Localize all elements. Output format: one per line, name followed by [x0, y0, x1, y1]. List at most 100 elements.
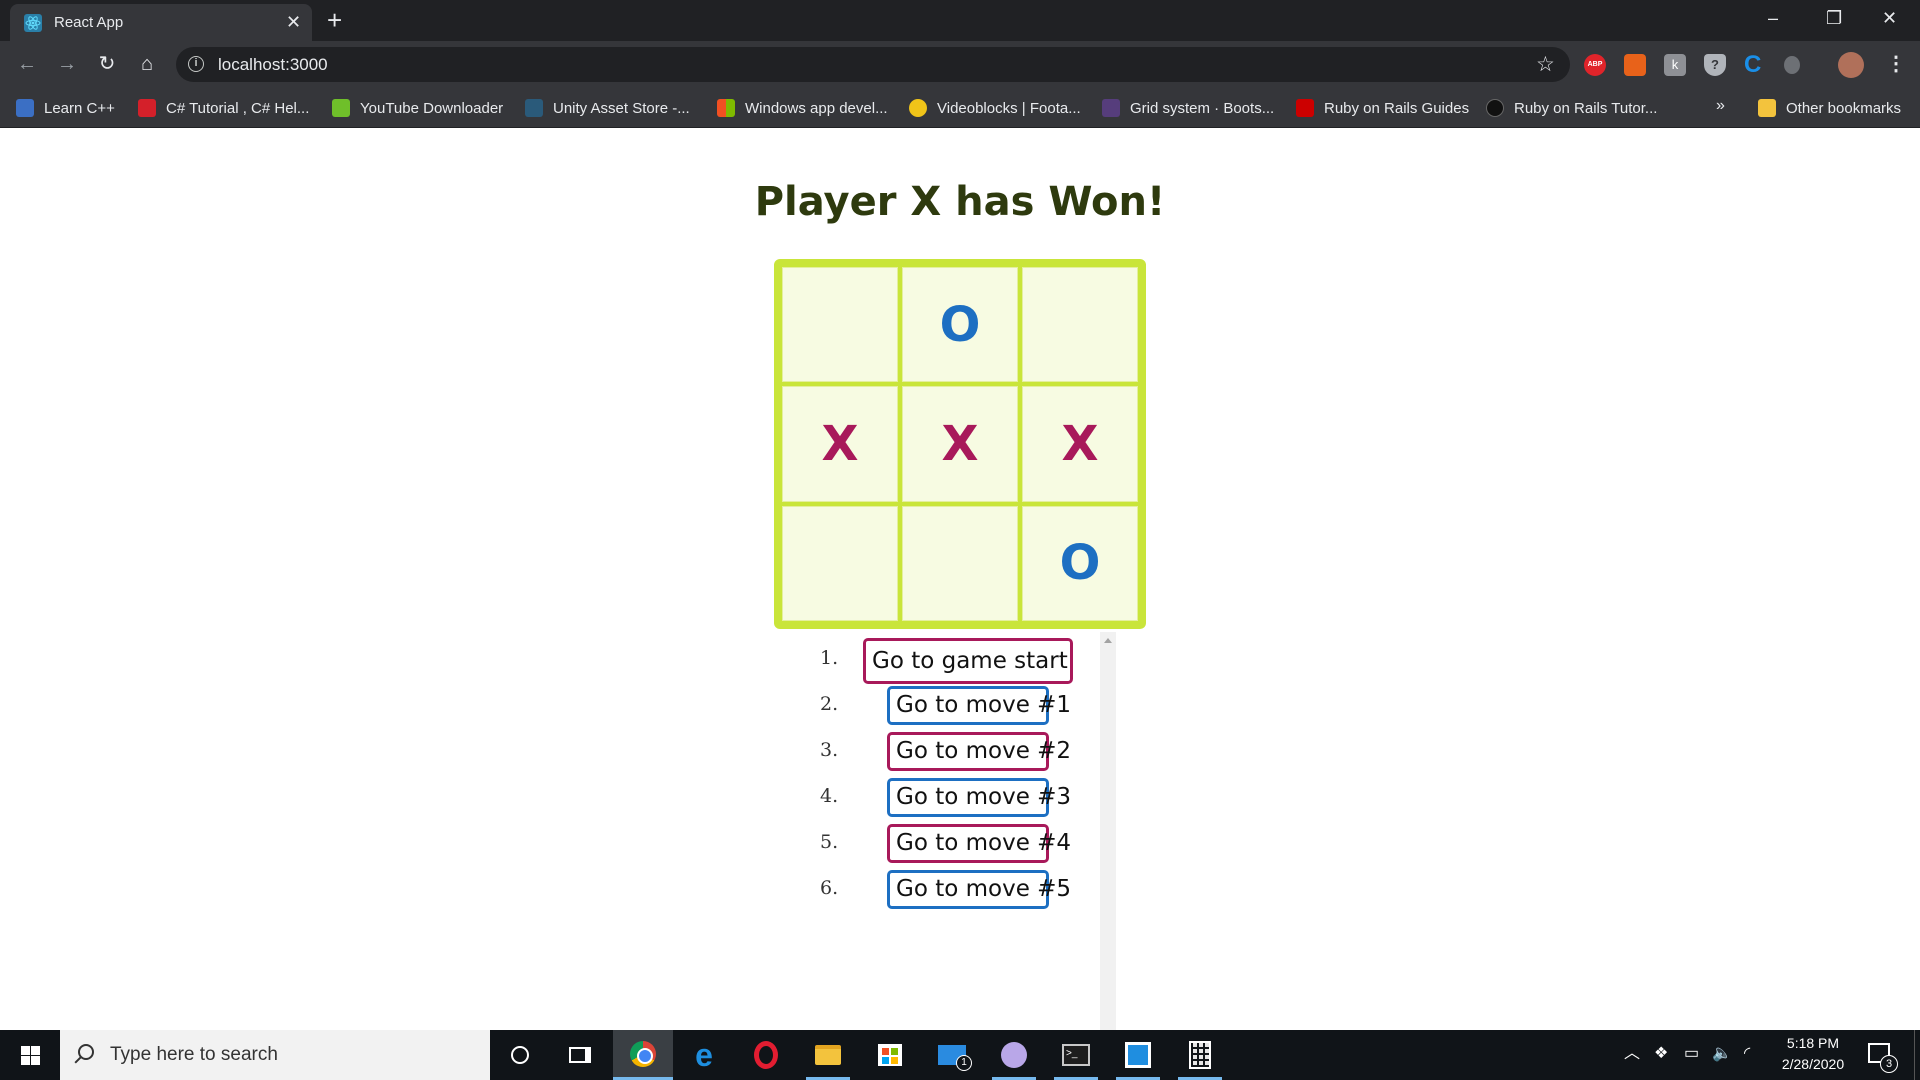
browser-tab-react-app[interactable]: React App ✕: [10, 4, 312, 41]
taskbar-edge[interactable]: e: [674, 1030, 734, 1080]
taskbar-terminal[interactable]: >_: [1046, 1030, 1106, 1080]
move-number: 3.: [820, 739, 839, 761]
chrome-icon: [630, 1040, 656, 1067]
move-list-item: 3. Go to move #2: [790, 724, 1116, 771]
go-to-move-3-button[interactable]: Go to move #3: [887, 778, 1071, 817]
shield-extension-icon[interactable]: ?: [1704, 54, 1726, 76]
window-close-icon[interactable]: ✕: [1882, 6, 1897, 30]
taskbar-app[interactable]: [1108, 1030, 1168, 1080]
bookmark-unity-asset-store[interactable]: Unity Asset Store -...: [525, 97, 690, 119]
clock-time[interactable]: 5:18 PM: [1778, 1035, 1848, 1051]
restore-icon[interactable]: ❐: [1826, 6, 1842, 30]
go-to-move-4-button[interactable]: Go to move #4: [887, 824, 1071, 863]
go-to-move-5-button[interactable]: Go to move #5: [887, 870, 1071, 909]
move-number: 1.: [820, 647, 839, 669]
tab-title: React App: [54, 14, 124, 31]
clock-date[interactable]: 2/28/2020: [1772, 1056, 1854, 1072]
move-list: 1. Go to game start 2. Go to move #1 3. …: [790, 632, 1116, 909]
opera-icon: [754, 1041, 778, 1069]
board-square[interactable]: X: [902, 386, 1018, 502]
bookmark-videoblocks[interactable]: Videoblocks | Foota...: [909, 97, 1081, 119]
windows-start-icon[interactable]: [0, 1030, 60, 1080]
n-logo-icon: [138, 99, 156, 117]
adblock-plus-icon[interactable]: ABP: [1584, 54, 1606, 76]
back-arrow-icon[interactable]: ←: [14, 51, 40, 77]
bookmark-label: C# Tutorial , C# Hel...: [166, 99, 310, 117]
scroll-up-arrow-icon[interactable]: [1104, 638, 1112, 643]
bookmarks-overflow-icon[interactable]: »: [1716, 97, 1725, 115]
game-board: O X X X O: [774, 259, 1146, 629]
board-square[interactable]: [902, 505, 1018, 621]
bookmark-bootstrap-grid[interactable]: Grid system · Boots...: [1102, 97, 1274, 119]
board-square[interactable]: O: [1022, 505, 1138, 621]
c-extension-icon[interactable]: C: [1744, 53, 1766, 77]
tab-close-icon[interactable]: ✕: [286, 12, 301, 32]
taskbar-store[interactable]: [860, 1030, 920, 1080]
bookmark-other-bookmarks[interactable]: Other bookmarks: [1758, 97, 1901, 119]
bookmark-label: Ruby on Rails Tutor...: [1514, 99, 1658, 117]
board-square[interactable]: X: [782, 386, 898, 502]
bookmark-label: Grid system · Boots...: [1130, 99, 1275, 117]
bookmark-youtube-downloader[interactable]: YouTube Downloader: [332, 97, 503, 119]
gray-extension-icon[interactable]: [1784, 56, 1800, 74]
board-square[interactable]: X: [1022, 386, 1138, 502]
k-extension-icon[interactable]: k: [1664, 54, 1686, 76]
dropbox-icon[interactable]: ❖: [1654, 1043, 1668, 1065]
profile-avatar[interactable]: [1838, 52, 1864, 78]
board-square[interactable]: O: [902, 267, 1018, 383]
bookmark-rails-guides[interactable]: Ruby on Rails Guides: [1296, 97, 1469, 119]
board-square[interactable]: [782, 267, 898, 383]
reload-icon[interactable]: ↻: [94, 51, 120, 77]
browser-tab-strip: React App ✕ + – ❐ ✕: [0, 0, 1920, 41]
move-list-item: 6. Go to move #5: [790, 862, 1116, 909]
show-desktop-button[interactable]: [1914, 1030, 1920, 1080]
taskbar-opera[interactable]: [736, 1030, 796, 1080]
windows-taskbar: Type here to search e 1 >_ ︿ ❖ ▭ 🔈 ◜ 5:1…: [0, 1030, 1920, 1080]
volume-icon[interactable]: 🔈: [1712, 1043, 1732, 1065]
wifi-icon[interactable]: ◜: [1744, 1043, 1750, 1065]
move-list-item: 1. Go to game start: [790, 632, 1116, 684]
taskbar-github[interactable]: [984, 1030, 1044, 1080]
url-text[interactable]: localhost:3000: [218, 55, 328, 75]
taskbar-search-input[interactable]: Type here to search: [60, 1030, 490, 1080]
bookmark-label: YouTube Downloader: [360, 99, 504, 117]
go-to-move-1-button[interactable]: Go to move #1: [887, 686, 1071, 725]
bookmark-star-icon[interactable]: ☆: [1536, 52, 1555, 77]
board-square[interactable]: [1022, 267, 1138, 383]
taskbar-chrome[interactable]: [613, 1030, 673, 1080]
bookmark-rails-tutorial[interactable]: Ruby on Rails Tutor...: [1486, 97, 1657, 119]
office-extension-icon[interactable]: [1624, 54, 1646, 76]
go-to-move-2-button[interactable]: Go to move #2: [887, 732, 1071, 771]
bookmark-label: Windows app devel...: [745, 99, 888, 117]
task-view-button[interactable]: [550, 1030, 610, 1080]
notification-badge: 3: [1880, 1055, 1898, 1073]
windows-logo-icon: [717, 99, 735, 117]
taskbar-mail[interactable]: 1: [922, 1030, 982, 1080]
bookmark-label: Videoblocks | Foota...: [937, 99, 1081, 117]
battery-icon[interactable]: ▭: [1684, 1043, 1699, 1065]
move-list-item: 5. Go to move #4: [790, 816, 1116, 863]
tray-overflow-chevron-icon[interactable]: ︿: [1624, 1043, 1640, 1065]
move-number: 4.: [820, 785, 839, 807]
forward-arrow-icon[interactable]: →: [54, 51, 80, 77]
bookmark-csharp-tutorial[interactable]: C# Tutorial , C# Hel...: [138, 97, 309, 119]
taskbar-file-explorer[interactable]: [798, 1030, 858, 1080]
board-square[interactable]: [782, 505, 898, 621]
move-history: 1. Go to game start 2. Go to move #1 3. …: [790, 632, 1116, 1076]
minimize-icon[interactable]: –: [1768, 6, 1778, 30]
home-icon[interactable]: ⌂: [134, 51, 160, 77]
taskbar-calculator[interactable]: [1170, 1030, 1230, 1080]
address-bar[interactable]: i localhost:3000 ☆: [176, 47, 1570, 82]
move-list-scrollbar[interactable]: [1100, 632, 1116, 1076]
browser-menu-icon[interactable]: ⋮: [1886, 51, 1906, 77]
new-tab-icon[interactable]: +: [327, 6, 342, 34]
bookmark-learn-cpp[interactable]: Learn C++: [16, 97, 115, 119]
bookmark-windows-app-dev[interactable]: Windows app devel...: [717, 97, 888, 119]
search-icon: [78, 1044, 94, 1060]
bookmark-label: Unity Asset Store -...: [553, 99, 690, 117]
move-number: 2.: [820, 693, 839, 715]
edge-icon: e: [695, 1037, 713, 1073]
cortana-button[interactable]: [490, 1030, 550, 1080]
site-info-icon[interactable]: i: [188, 56, 204, 72]
bootstrap-icon: [1102, 99, 1120, 117]
